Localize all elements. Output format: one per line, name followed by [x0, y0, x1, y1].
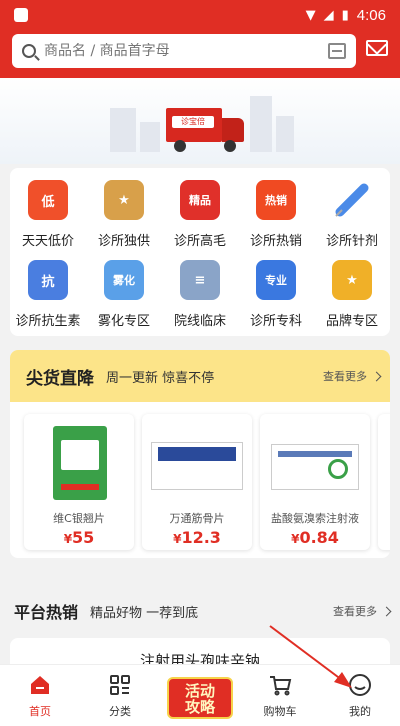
cart-icon	[268, 673, 292, 697]
category-label: 诊所高毛	[173, 234, 226, 249]
nav-tab[interactable]: 购物车	[240, 665, 320, 726]
nav-tab-label: 我的	[349, 705, 371, 718]
search-icon	[22, 44, 36, 58]
low-price-icon: 低	[28, 180, 68, 220]
syringe-icon	[332, 180, 372, 220]
category-label: 诊所专科	[249, 314, 302, 329]
search-input[interactable]	[44, 43, 328, 59]
product-name: 盐酸氨溴索注射液	[271, 512, 359, 525]
nav-tab-label: 购物车	[263, 705, 297, 718]
product-price: ¥55	[64, 528, 95, 547]
price-value: 55	[72, 528, 95, 547]
category-label: 院线临床	[173, 314, 226, 329]
nav-tab-label: 分类	[109, 705, 131, 718]
hot-sale-header: 平台热销 精品好物 一荐到底 查看更多	[0, 596, 400, 626]
trophy-icon: 精品	[180, 180, 220, 220]
hot-sale-subtitle: 精品好物 一荐到底	[90, 605, 199, 621]
battery-icon: ▮	[341, 7, 349, 23]
category-item[interactable]: 精品 诊所高毛	[162, 176, 238, 254]
antibiotic-icon: 抗	[28, 260, 68, 300]
product-image	[31, 422, 127, 504]
medal-icon: ★	[104, 180, 144, 220]
bottom-nav: 首页 分类 活动 攻略购物车 我的	[0, 664, 400, 726]
product-card[interactable]: 万通筋骨片 ¥12.3	[142, 414, 252, 550]
category-item[interactable]: 抗诊所抗生素	[10, 256, 86, 334]
message-icon[interactable]	[366, 40, 388, 56]
category-label: 诊所针剂	[325, 234, 378, 249]
product-image	[149, 422, 245, 504]
product-name: 万通筋骨片	[169, 512, 225, 525]
category-item[interactable]: 雾化 雾化专区	[86, 256, 162, 334]
chevron-right-icon	[371, 371, 382, 381]
category-item[interactable]: 诊所针剂	[314, 176, 390, 254]
category-label: 诊所抗生素	[15, 314, 81, 329]
nav-tab[interactable]: 分类	[80, 665, 160, 726]
category-item[interactable]: ★ 品牌专区	[314, 256, 390, 334]
signal-icon: ◢	[323, 7, 334, 23]
flash-sale-section: 尖货直降 周一更新 惊喜不停 查看更多 维C银翘片 ¥55 万通筋骨片 ¥12.3 盐酸…	[10, 350, 390, 558]
promo-icon: 活动 攻略	[167, 677, 233, 719]
scan-icon[interactable]	[328, 43, 346, 59]
search-bar[interactable]	[12, 34, 356, 68]
flash-sale-more-link[interactable]: 查看更多	[323, 368, 367, 384]
document-icon: ≡	[180, 260, 220, 300]
nav-tab[interactable]: 我的	[320, 665, 400, 726]
product-carousel[interactable]: 维C银翘片 ¥55 万通筋骨片 ¥12.3 盐酸氨溴索注射液 ¥0.84	[10, 402, 390, 550]
home-icon	[28, 673, 52, 697]
product-price: ¥0.84	[291, 528, 339, 547]
currency-symbol: ¥	[63, 532, 73, 546]
nav-tab-label: 首页	[29, 705, 51, 718]
category-label: 天天低价	[21, 234, 74, 249]
product-card[interactable]: 盐酸氨溴索注射液 ¥0.84	[260, 414, 370, 550]
price-value: 0.84	[299, 528, 339, 547]
house-icon: 专业	[256, 260, 296, 300]
category-grid-icon	[108, 673, 132, 697]
price-value: 12.3	[181, 528, 221, 547]
brand-box-icon: ★	[332, 260, 372, 300]
category-label: 雾化专区	[97, 314, 150, 329]
flash-sale-subtitle: 周一更新 惊喜不停	[106, 370, 215, 386]
category-item[interactable]: 热销 诊所热销	[238, 176, 314, 254]
status-bar: ▼ ◢ ▮ 4:06	[0, 0, 400, 30]
wifi-icon: ▼	[305, 7, 316, 23]
flash-sale-title: 尖货直降	[26, 368, 94, 389]
hot-sale-more-link[interactable]: 查看更多	[333, 603, 377, 619]
nav-tab[interactable]: 活动 攻略	[160, 665, 240, 726]
category-item[interactable]: 低天天低价	[10, 176, 86, 254]
category-item[interactable]: ≡ 院线临床	[162, 256, 238, 334]
product-price: ¥12.3	[173, 528, 221, 547]
flash-sale-header: 尖货直降 周一更新 惊喜不停 查看更多	[10, 350, 390, 402]
category-item[interactable]: ★ 诊所独供	[86, 176, 162, 254]
category-item[interactable]: 专业 诊所专科	[238, 256, 314, 334]
product-image	[267, 422, 363, 504]
nav-tab[interactable]: 首页	[0, 665, 80, 726]
category-label: 诊所独供	[97, 234, 150, 249]
notification-icon	[14, 8, 28, 22]
clock: 4:06	[356, 6, 386, 24]
product-name: 维C银翘片	[53, 512, 105, 525]
profile-smile-icon	[348, 673, 372, 697]
product-card[interactable]: 维C银翘片 ¥55	[24, 414, 134, 550]
building-graphic	[250, 96, 272, 152]
building-graphic	[276, 116, 294, 152]
truck-label: 诊宝倍	[172, 116, 214, 128]
chevron-right-icon	[381, 606, 392, 616]
category-label: 品牌专区	[325, 314, 378, 329]
building-graphic	[140, 122, 160, 152]
category-grid: 低天天低价 ★ 诊所独供 精品 诊所高毛 热销 诊所热销 诊所针剂抗诊所抗生素 雾化 雾化专区 ≡ 院…	[10, 168, 390, 336]
product-card[interactable]	[378, 414, 390, 550]
nebulizer-icon: 雾化	[104, 260, 144, 300]
delivery-truck-image: 诊宝倍	[166, 108, 246, 154]
flame-icon: 热销	[256, 180, 296, 220]
app-header: ▼ ◢ ▮ 4:06	[0, 0, 400, 78]
building-graphic	[110, 108, 136, 152]
category-label: 诊所热销	[249, 234, 302, 249]
hot-sale-title: 平台热销	[14, 603, 79, 622]
promo-banner[interactable]: 诊宝倍	[0, 78, 400, 164]
